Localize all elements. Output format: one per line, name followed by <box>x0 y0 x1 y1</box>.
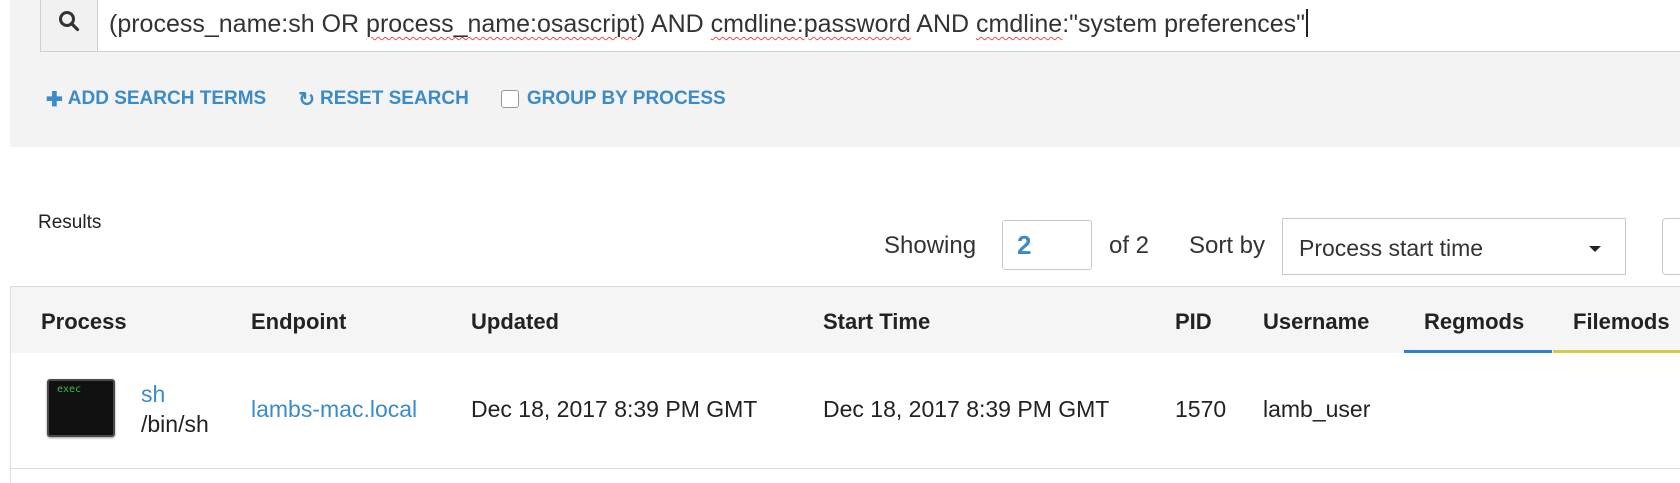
col-process[interactable]: Process <box>41 309 127 335</box>
results-table: Process Endpoint Updated Start Time PID … <box>10 286 1680 483</box>
process-path: /bin/sh <box>141 411 209 437</box>
col-updated[interactable]: Updated <box>471 309 559 335</box>
table-header: Process Endpoint Updated Start Time PID … <box>11 287 1680 354</box>
showing-label: Showing <box>884 232 977 259</box>
search-panel: (process_name:sh OR process_name:osascri… <box>10 0 1680 147</box>
tab-regmods[interactable]: Regmods <box>1424 309 1524 335</box>
group-by-process-toggle[interactable]: GROUP BY PROCESS <box>500 88 726 110</box>
export-button[interactable] <box>1662 218 1680 275</box>
search-icon <box>59 11 80 32</box>
start-time-value: Dec 18, 2017 8:39 PM GMT <box>823 396 1110 422</box>
process-name-link[interactable]: sh <box>141 381 165 408</box>
page-number-input[interactable]: 2 <box>1002 220 1092 270</box>
terminal-icon: exec <box>47 379 115 437</box>
search-actions: ✚ ADD SEARCH TERMS ↻ RESET SEARCH GROUP … <box>46 86 726 112</box>
search-button[interactable] <box>41 0 98 51</box>
pid-value: 1570 <box>1175 396 1227 422</box>
add-search-terms-button[interactable]: ✚ ADD SEARCH TERMS <box>46 87 266 112</box>
endpoint-link[interactable]: lambs-mac.local <box>251 396 417 423</box>
sort-label: Sort by <box>1189 232 1266 259</box>
col-start-time[interactable]: Start Time <box>823 309 930 335</box>
page-count-label: of 2 <box>1109 232 1150 259</box>
plus-icon: ✚ <box>46 88 63 111</box>
col-pid[interactable]: PID <box>1175 309 1212 335</box>
username-value: lamb_user <box>1263 396 1371 422</box>
text-caret <box>1306 9 1309 37</box>
search-bar: (process_name:sh OR process_name:osascri… <box>40 0 1680 52</box>
col-username[interactable]: Username <box>1263 309 1369 335</box>
group-by-process-checkbox[interactable] <box>500 90 519 108</box>
tab-filemods[interactable]: Filemods <box>1573 309 1670 335</box>
updated-value: Dec 18, 2017 8:39 PM GMT <box>471 396 758 422</box>
table-row[interactable]: exec sh /bin/sh lambs-mac.local Dec 18, … <box>11 353 1680 469</box>
col-endpoint[interactable]: Endpoint <box>251 309 346 335</box>
sort-select-value: Process start time <box>1299 235 1484 261</box>
reset-search-button[interactable]: ↻ RESET SEARCH <box>298 87 469 112</box>
chevron-down-icon <box>1589 246 1601 252</box>
sort-select[interactable]: Process start time <box>1282 218 1626 275</box>
refresh-icon: ↻ <box>298 88 315 111</box>
search-input[interactable]: (process_name:sh OR process_name:osascri… <box>109 9 1309 39</box>
results-title: Results <box>38 212 102 233</box>
